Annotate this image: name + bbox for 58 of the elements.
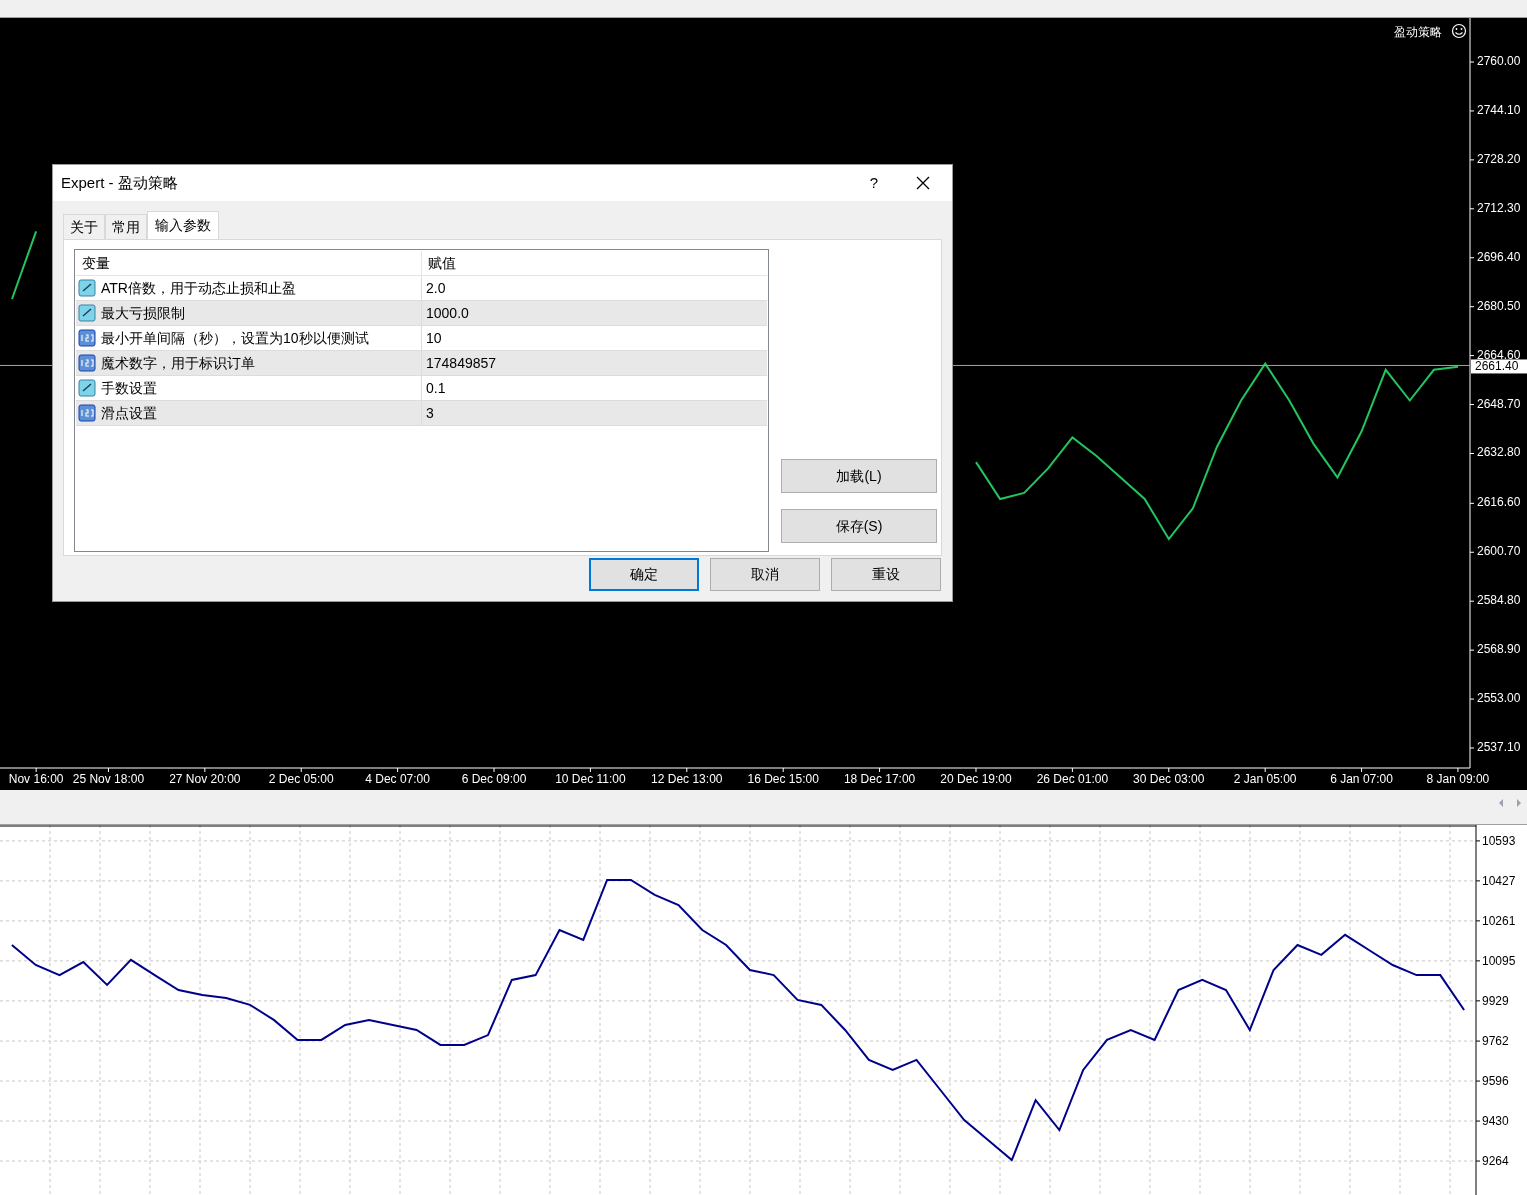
column-header: 赋值 bbox=[427, 254, 457, 273]
dialog-title: Expert - 盈动策略 bbox=[61, 172, 179, 193]
parameter-value: 3 bbox=[425, 404, 435, 423]
current-price-tag: 2661.40 bbox=[1471, 359, 1527, 374]
x-tick-label: 2 Dec 05:00 bbox=[268, 772, 334, 786]
y-tick-label: 2664.60 bbox=[1477, 347, 1521, 362]
parameter-name: 手数设置 bbox=[101, 378, 157, 398]
y-tick-label: 2568.90 bbox=[1477, 642, 1521, 657]
y-tick-label: 10261 bbox=[1482, 913, 1516, 928]
y-tick-label: 2584.80 bbox=[1477, 593, 1521, 608]
y-tick-label: 2648.70 bbox=[1477, 396, 1521, 411]
y-tick-label: 9430 bbox=[1482, 1114, 1509, 1129]
x-tick-label: 16 Dec 15:00 bbox=[747, 772, 819, 786]
y-tick-label: 2616.60 bbox=[1477, 495, 1521, 510]
y-tick-label: 2728.20 bbox=[1477, 151, 1521, 166]
x-tick-label: 27 Nov 20:00 bbox=[169, 772, 241, 786]
y-tick-label: 2680.50 bbox=[1477, 298, 1521, 313]
y-tick-label: 9929 bbox=[1482, 993, 1509, 1008]
y-tick-label: 9264 bbox=[1482, 1154, 1509, 1169]
y-tick-label: 2744.10 bbox=[1477, 102, 1521, 117]
parameter-name: 滑点设置 bbox=[101, 403, 157, 423]
parameter-value: 0.1 bbox=[425, 379, 447, 398]
parameter-name: 最小开单间隔（秒），设置为10秒以便测试 bbox=[101, 328, 369, 348]
x-tick-label: 6 Jan 07:00 bbox=[1330, 772, 1393, 786]
y-tick-label: 10593 bbox=[1482, 833, 1516, 848]
y-tick-label: 2696.40 bbox=[1477, 249, 1521, 264]
x-tick-label: 2 Jan 05:00 bbox=[1233, 772, 1297, 786]
x-tick-label: 12 Dec 13:00 bbox=[651, 772, 723, 786]
parameter-name: ATR倍数，用于动态止损和止盈 bbox=[101, 278, 296, 298]
y-tick-label: 2600.70 bbox=[1477, 544, 1521, 559]
parameter-value: 174849857 bbox=[425, 354, 498, 373]
parameter-value: 1000.0 bbox=[425, 304, 470, 323]
x-tick-label: 10 Dec 11:00 bbox=[555, 772, 626, 786]
y-tick-label: 2760.00 bbox=[1477, 54, 1521, 68]
y-tick-label: 2632.80 bbox=[1477, 445, 1521, 460]
parameter-value: 2.0 bbox=[425, 279, 447, 298]
y-tick-label: 10427 bbox=[1482, 873, 1516, 888]
ref-line-label: 2661.40 bbox=[1475, 359, 1519, 374]
expert-label: 盈动策略 bbox=[1394, 25, 1442, 39]
y-tick-label: 9762 bbox=[1482, 1034, 1509, 1049]
x-tick-label: 20 Dec 19:00 bbox=[940, 772, 1012, 786]
y-tick-label: 2537.10 bbox=[1477, 740, 1521, 754]
x-tick-label: 25 Nov 18:00 bbox=[72, 772, 145, 786]
y-tick-label: 2712.30 bbox=[1477, 200, 1521, 215]
y-tick-label: 2553.00 bbox=[1477, 691, 1521, 706]
x-tick-label: 26 Dec 01:00 bbox=[1036, 772, 1109, 786]
column-header: 变量 bbox=[76, 251, 422, 275]
x-tick-label: 30 Dec 03:00 bbox=[1133, 772, 1205, 786]
x-tick-label: 4 Dec 07:00 bbox=[365, 772, 430, 786]
x-tick-label: 6 Dec 09:00 bbox=[461, 772, 527, 786]
y-tick-label: 9596 bbox=[1482, 1074, 1509, 1089]
y-tick-label: 10095 bbox=[1482, 953, 1516, 968]
parameter-name: 最大亏损限制 bbox=[101, 303, 185, 323]
x-tick-label: Nov 16:00 bbox=[8, 772, 64, 786]
x-tick-label: 8 Jan 09:00 bbox=[1426, 772, 1490, 786]
parameter-value: 10 bbox=[425, 329, 443, 348]
x-tick-label: 18 Dec 17:00 bbox=[843, 772, 916, 786]
parameter-name: 魔术数字，用于标识订单 bbox=[101, 353, 255, 373]
